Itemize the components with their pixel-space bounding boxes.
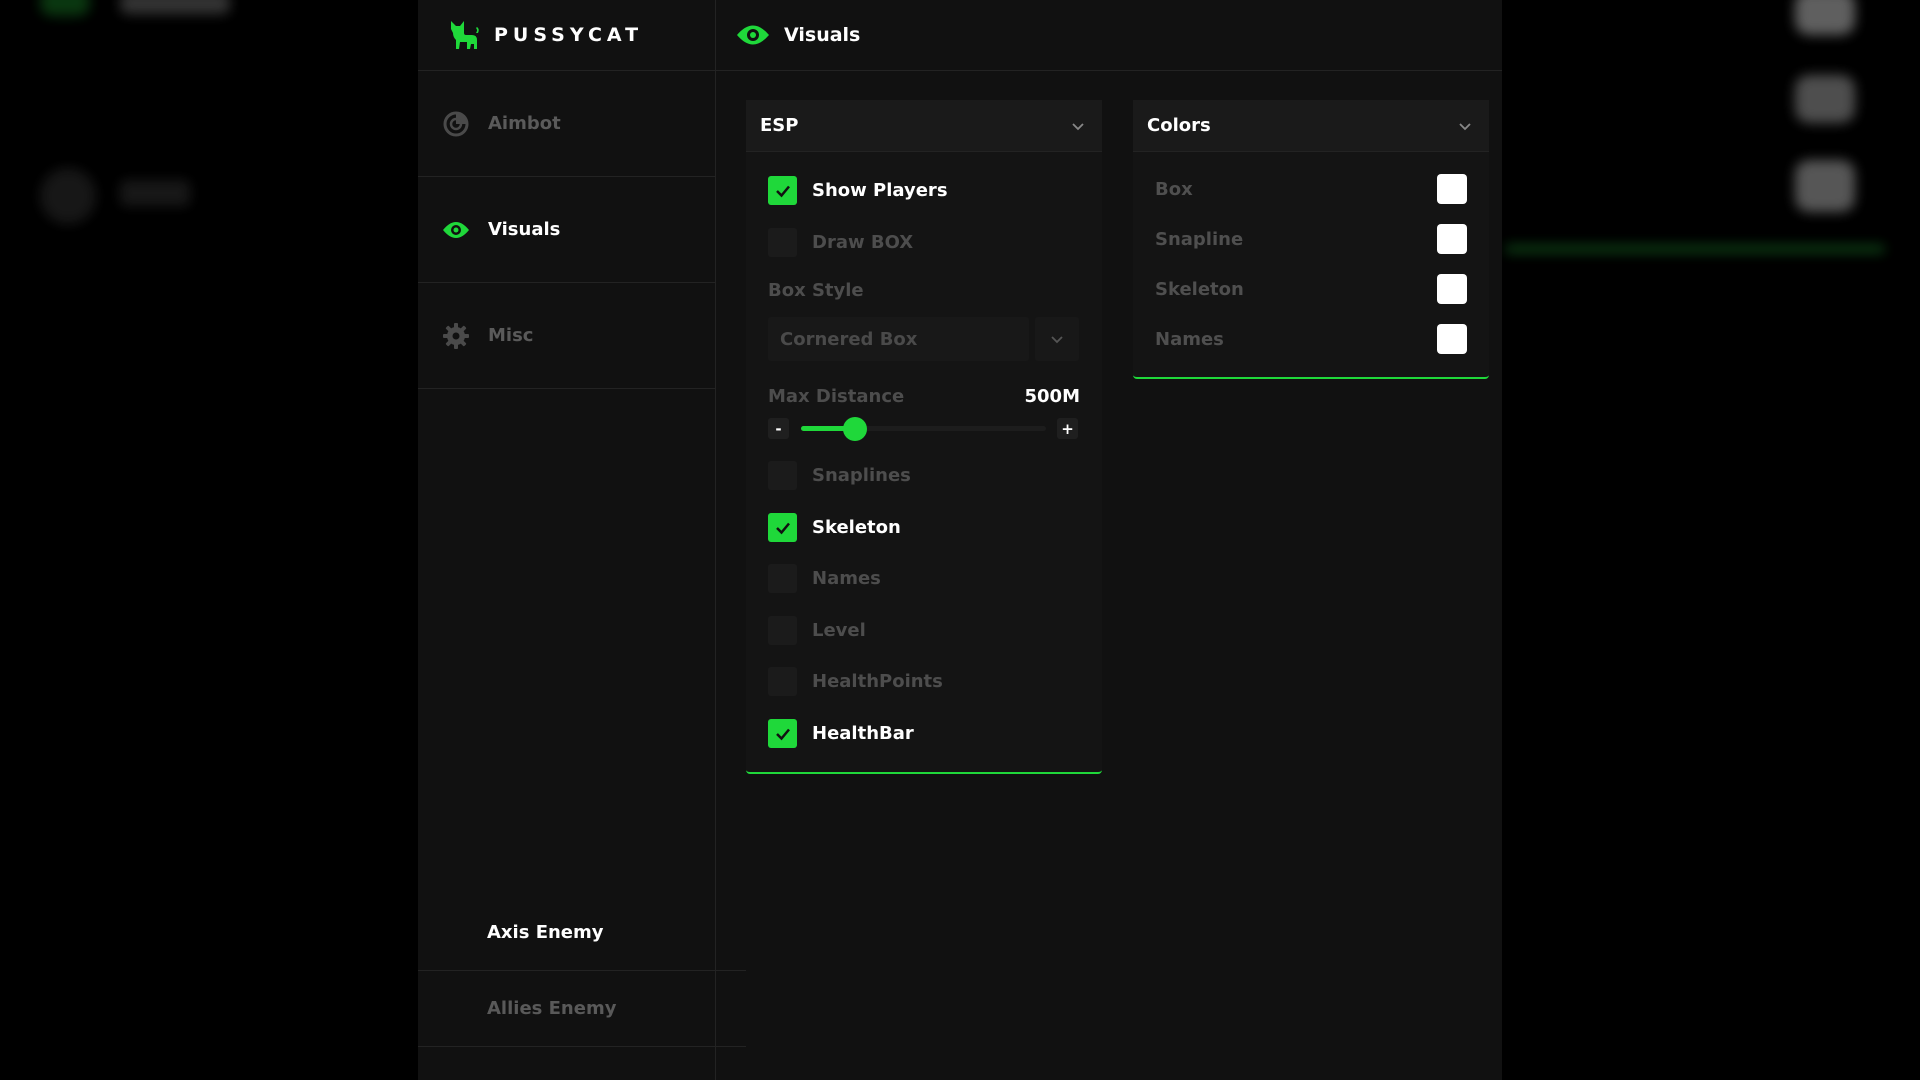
sidebar-item-label: Aimbot — [488, 113, 561, 134]
checkbox-box — [768, 513, 797, 542]
background-blur — [1795, 75, 1855, 123]
color-swatch[interactable] — [1437, 174, 1467, 204]
target-icon — [442, 110, 470, 138]
draw-box-checkbox[interactable]: Draw BOX — [768, 228, 913, 257]
color-label: Skeleton — [1155, 278, 1244, 300]
esp-panel-header[interactable]: ESP — [746, 100, 1102, 152]
max-distance-label: Max Distance — [768, 386, 905, 407]
level-checkbox[interactable]: Level — [768, 616, 866, 645]
checkbox-box — [768, 564, 797, 593]
checkbox-box — [768, 176, 797, 205]
sidebar-item-label: Visuals — [488, 219, 561, 240]
sidebar-item-misc[interactable]: Misc — [418, 283, 715, 389]
check-icon — [775, 185, 790, 197]
checkbox-box — [768, 667, 797, 696]
checkbox-label: HealthBar — [812, 723, 914, 744]
chevron-down-icon — [1051, 336, 1063, 344]
colors-title: Colors — [1147, 115, 1211, 136]
menu-window: PUSSYCAT Aimbot Visuals Misc Axis Enemy … — [418, 0, 1502, 1080]
checkbox-label: Draw BOX — [812, 232, 914, 253]
healthbar-checkbox[interactable]: HealthBar — [768, 719, 914, 748]
background-blur — [40, 168, 96, 224]
box-style-dropdown-button[interactable] — [1035, 317, 1079, 361]
background-blur — [120, 180, 190, 206]
snaplines-checkbox[interactable]: Snaplines — [768, 461, 911, 490]
esp-title: ESP — [760, 115, 799, 136]
healthpoints-checkbox[interactable]: HealthPoints — [768, 667, 943, 696]
check-icon — [775, 728, 790, 740]
color-label: Snapline — [1155, 228, 1244, 250]
chevron-down-icon — [1459, 122, 1471, 130]
team-axis-enemy[interactable]: Axis Enemy — [418, 895, 746, 971]
skeleton-checkbox[interactable]: Skeleton — [768, 513, 901, 542]
checkbox-label: Names — [812, 568, 881, 589]
max-distance-slider[interactable] — [801, 417, 1046, 441]
sidebar-item-label: Misc — [488, 325, 534, 346]
checkbox-box — [768, 228, 797, 257]
checkbox-label: Snaplines — [812, 465, 911, 486]
background-blur — [1795, 0, 1855, 35]
sidebar-item-visuals[interactable]: Visuals — [418, 177, 715, 283]
color-label: Names — [1155, 328, 1224, 350]
brand-name: PUSSYCAT — [494, 24, 644, 46]
color-row-box: Box — [1155, 172, 1467, 206]
box-style-label: Box Style — [768, 280, 864, 301]
checkbox-box — [768, 719, 797, 748]
distance-decrease-button[interactable]: - — [768, 418, 789, 439]
slider-thumb[interactable] — [842, 417, 867, 441]
box-style-select[interactable]: Cornered Box — [768, 317, 1029, 361]
checkbox-label: Skeleton — [812, 517, 901, 538]
team-allies-enemy[interactable]: Allies Enemy — [418, 971, 746, 1047]
color-row-skeleton: Skeleton — [1155, 272, 1467, 306]
background-blur — [40, 0, 90, 16]
background-blur — [1795, 160, 1855, 212]
esp-panel: ESP Show Players Draw BOX Box Style Corn… — [746, 100, 1102, 774]
brand-logo: PUSSYCAT — [418, 0, 715, 71]
chevron-down-icon — [1072, 122, 1084, 130]
eye-icon — [737, 25, 769, 45]
checkbox-label: Level — [812, 620, 866, 641]
checkbox-label: Show Players — [812, 180, 948, 201]
checkbox-box — [768, 616, 797, 645]
page-header: Visuals — [716, 0, 1502, 71]
show-players-checkbox[interactable]: Show Players — [768, 176, 948, 205]
color-row-names: Names — [1155, 322, 1467, 356]
background-blur — [120, 0, 230, 14]
color-label: Box — [1155, 178, 1193, 200]
checkbox-label: HealthPoints — [812, 671, 943, 692]
background-blur — [1505, 245, 1885, 253]
sidebar-item-aimbot[interactable]: Aimbot — [418, 71, 715, 177]
eye-icon — [442, 216, 470, 244]
page-title: Visuals — [784, 24, 861, 46]
cat-icon — [451, 21, 479, 49]
colors-panel-header[interactable]: Colors — [1133, 100, 1489, 152]
check-icon — [775, 522, 790, 534]
names-checkbox[interactable]: Names — [768, 564, 881, 593]
color-swatch[interactable] — [1437, 224, 1467, 254]
color-row-snapline: Snapline — [1155, 222, 1467, 256]
distance-increase-button[interactable]: + — [1057, 418, 1078, 439]
max-distance-value: 500M — [1024, 386, 1081, 407]
gear-icon — [442, 322, 470, 350]
checkbox-box — [768, 461, 797, 490]
color-swatch[interactable] — [1437, 324, 1467, 354]
colors-panel: Colors Box Snapline Skeleton Names — [1133, 100, 1489, 379]
color-swatch[interactable] — [1437, 274, 1467, 304]
